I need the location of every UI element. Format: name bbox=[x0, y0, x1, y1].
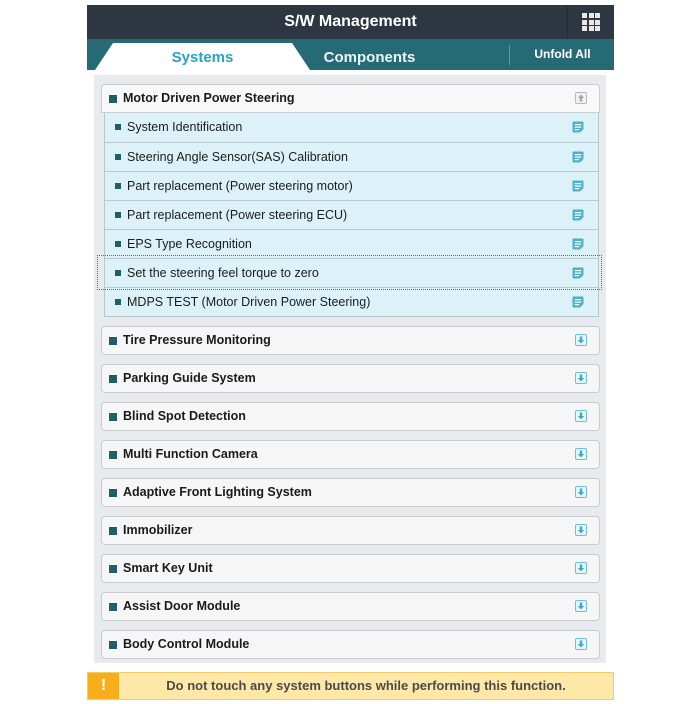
bullet-icon bbox=[109, 451, 117, 459]
sub-item-row[interactable]: Steering Angle Sensor(SAS) Calibration bbox=[105, 142, 598, 171]
group-label: Multi Function Camera bbox=[123, 447, 258, 461]
group-header[interactable]: Immobilizer bbox=[101, 516, 600, 545]
tab-components-label: Components bbox=[323, 49, 416, 66]
warning-message: Do not touch any system buttons while pe… bbox=[166, 678, 566, 693]
document-icon[interactable] bbox=[572, 151, 584, 163]
warning-banner: ! Do not touch any system buttons while … bbox=[87, 672, 614, 700]
page-title: S/W Management bbox=[284, 13, 417, 30]
document-icon[interactable] bbox=[572, 121, 584, 133]
expand-down-icon[interactable] bbox=[575, 600, 587, 612]
bullet-icon bbox=[115, 183, 121, 189]
tab-systems-label: Systems bbox=[171, 49, 234, 66]
collapse-up-icon[interactable] bbox=[575, 92, 587, 104]
bullet-icon bbox=[109, 95, 117, 103]
document-icon[interactable] bbox=[572, 238, 584, 250]
document-icon[interactable] bbox=[572, 180, 584, 192]
group-header[interactable]: Body Control Module bbox=[101, 630, 600, 659]
warning-icon: ! bbox=[88, 673, 119, 699]
group-label: Parking Guide System bbox=[123, 371, 256, 385]
group-header[interactable]: Assist Door Module bbox=[101, 592, 600, 621]
unfold-all-button[interactable]: Unfold All bbox=[511, 39, 614, 70]
group-label: Motor Driven Power Steering bbox=[123, 91, 295, 105]
bullet-icon bbox=[115, 154, 121, 160]
sub-item-label: MDPS TEST (Motor Driven Power Steering) bbox=[127, 295, 371, 309]
group-label: Tire Pressure Monitoring bbox=[123, 333, 271, 347]
sub-item-list: System Identification Steering Angle Sens… bbox=[104, 113, 599, 317]
sub-item-label: Part replacement (Power steering motor) bbox=[127, 179, 353, 193]
bullet-icon bbox=[109, 565, 117, 573]
bullet-icon bbox=[115, 299, 121, 305]
sub-item-row[interactable]: System Identification bbox=[105, 113, 598, 142]
sub-item-row[interactable]: Set the steering feel torque to zero bbox=[105, 258, 598, 287]
sub-item-label: Part replacement (Power steering ECU) bbox=[127, 208, 348, 222]
group-label: Assist Door Module bbox=[123, 599, 241, 613]
systems-list-panel: Motor Driven Power Steering System Ident… bbox=[94, 75, 606, 663]
group-header[interactable]: Tire Pressure Monitoring bbox=[101, 326, 600, 355]
group-header[interactable]: Multi Function Camera bbox=[101, 440, 600, 469]
group-label: Body Control Module bbox=[123, 637, 250, 651]
sub-item-label: Steering Angle Sensor(SAS) Calibration bbox=[127, 150, 348, 164]
group-label: Adaptive Front Lighting System bbox=[123, 485, 312, 499]
bullet-icon bbox=[115, 241, 121, 247]
sub-item-row[interactable]: Part replacement (Power steering motor) bbox=[105, 171, 598, 200]
bullet-icon bbox=[115, 270, 121, 276]
sub-item-row[interactable]: EPS Type Recognition bbox=[105, 229, 598, 258]
expand-down-icon[interactable] bbox=[575, 334, 587, 346]
tab-bar: Components Systems Unfold All bbox=[87, 39, 614, 70]
group-label: Blind Spot Detection bbox=[123, 409, 246, 423]
bullet-icon bbox=[109, 413, 117, 421]
expand-down-icon[interactable] bbox=[575, 448, 587, 460]
expand-down-icon[interactable] bbox=[575, 562, 587, 574]
group-label: Smart Key Unit bbox=[123, 561, 213, 575]
group-header[interactable]: Smart Key Unit bbox=[101, 554, 600, 583]
sub-item-row[interactable]: Part replacement (Power steering ECU) bbox=[105, 200, 598, 229]
group-header-motor-driven-power-steering[interactable]: Motor Driven Power Steering bbox=[101, 84, 600, 113]
bullet-icon bbox=[115, 124, 121, 130]
group-label: Immobilizer bbox=[123, 523, 193, 537]
sub-item-row[interactable]: MDPS TEST (Motor Driven Power Steering) bbox=[105, 287, 598, 316]
bullet-icon bbox=[109, 337, 117, 345]
group-header[interactable]: Adaptive Front Lighting System bbox=[101, 478, 600, 507]
sub-item-label: Set the steering feel torque to zero bbox=[127, 266, 319, 280]
expand-down-icon[interactable] bbox=[575, 410, 587, 422]
sub-item-label: System Identification bbox=[127, 120, 243, 134]
expand-down-icon[interactable] bbox=[575, 524, 587, 536]
bullet-icon bbox=[109, 375, 117, 383]
systems-list: Motor Driven Power Steering System Ident… bbox=[101, 84, 600, 659]
grid-menu-button[interactable] bbox=[567, 5, 614, 39]
grid-menu-icon bbox=[582, 13, 600, 31]
bullet-icon bbox=[115, 212, 121, 218]
expand-down-icon[interactable] bbox=[575, 638, 587, 650]
document-icon[interactable] bbox=[572, 267, 584, 279]
sub-item-label: EPS Type Recognition bbox=[127, 237, 252, 251]
bullet-icon bbox=[109, 527, 117, 535]
bullet-icon bbox=[109, 641, 117, 649]
tab-systems[interactable]: Systems bbox=[95, 43, 310, 70]
bullet-icon bbox=[109, 489, 117, 497]
document-icon[interactable] bbox=[572, 209, 584, 221]
sw-management-window: S/W Management Components Systems Unfold… bbox=[87, 5, 614, 703]
title-bar: S/W Management bbox=[87, 5, 614, 39]
group-header[interactable]: Parking Guide System bbox=[101, 364, 600, 393]
tab-divider bbox=[509, 45, 510, 65]
expand-down-icon[interactable] bbox=[575, 372, 587, 384]
group-header[interactable]: Blind Spot Detection bbox=[101, 402, 600, 431]
expand-down-icon[interactable] bbox=[575, 486, 587, 498]
document-icon[interactable] bbox=[572, 296, 584, 308]
bullet-icon bbox=[109, 603, 117, 611]
